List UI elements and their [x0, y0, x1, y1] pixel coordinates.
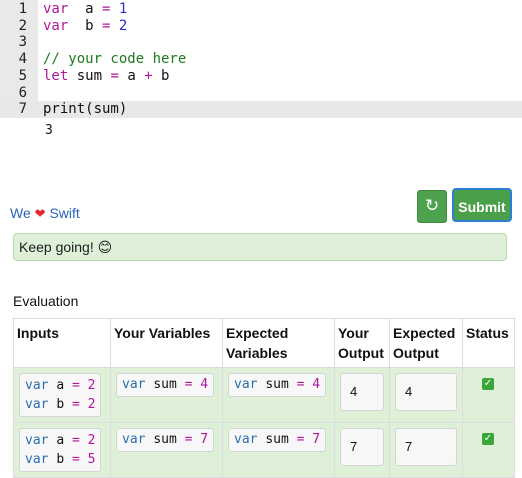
expected-output-box: 4 [395, 373, 457, 411]
your-output-box: 4 [340, 373, 384, 411]
inputs-cell: var a = 2 var b = 2 [13, 367, 111, 423]
header-expected-variables: Expected Variables [222, 318, 335, 368]
line-number: 4 [18, 51, 27, 68]
expected-output-cell: 7 [389, 422, 463, 478]
code-chip: var a = 2 var b = 5 [19, 428, 102, 472]
line-number: 6 [18, 84, 27, 101]
code-line[interactable]: 6 [0, 85, 522, 102]
check-icon: ✓ [482, 378, 494, 390]
line-number: 1 [18, 1, 27, 17]
your-variables-cell: var sum = 4 [110, 367, 223, 423]
your-output-box: 7 [340, 428, 384, 466]
table-header-row: Inputs Your Variables Expected Variables … [13, 318, 515, 368]
feedback-alert: Keep going! 😊 [13, 233, 507, 261]
code-line[interactable]: 2 var b = 2 [0, 18, 522, 35]
check-icon: ✓ [482, 433, 494, 445]
table-row: var a = 2 var b = 2 var sum = 4 var sum = 4… [13, 367, 515, 423]
expected-variables-cell: var sum = 7 [222, 422, 335, 478]
code-line[interactable]: 3 [0, 34, 522, 51]
table-row: var a = 2 var b = 5 var sum = 7 var sum = 7… [13, 422, 515, 478]
your-variables-cell: var sum = 7 [110, 422, 223, 478]
code-text: var b = 2 [43, 17, 128, 34]
your-output-cell: 4 [334, 367, 390, 423]
your-output-cell: 7 [334, 422, 390, 478]
header-inputs: Inputs [13, 318, 111, 368]
expected-variables-cell: var sum = 4 [222, 367, 335, 423]
code-line[interactable]: 5 let sum = a + b [0, 68, 522, 85]
reset-button[interactable]: ↻ [417, 190, 447, 223]
refresh-icon: ↻ [424, 196, 440, 215]
brand-label: We ❤ Swift [10, 205, 80, 222]
header-status: Status [462, 318, 515, 368]
status-cell: ✓ [462, 367, 515, 423]
expected-output-box: 7 [395, 428, 457, 466]
code-text: print(sum) [43, 101, 128, 118]
brand-swift-text: Swift [49, 205, 80, 221]
line-number: 7 [18, 101, 27, 118]
inputs-cell: var a = 2 var b = 5 [13, 422, 111, 478]
header-expected-output: Expected Output [389, 318, 463, 368]
line-number: 3 [18, 34, 27, 51]
header-your-variables: Your Variables [110, 318, 223, 368]
code-chip: var sum = 4 [116, 373, 215, 397]
code-line[interactable]: 1 var a = 1 [0, 1, 522, 18]
code-chip: var sum = 4 [228, 373, 327, 397]
code-chip: var sum = 7 [116, 428, 215, 452]
submit-button[interactable]: Submit [452, 188, 512, 222]
evaluation-table: Inputs Your Variables Expected Variables … [13, 318, 515, 478]
code-line[interactable]: 4 // your code here [0, 51, 522, 68]
code-text: var a = 1 [43, 1, 128, 17]
program-output: 3 [45, 123, 53, 138]
header-your-output: Your Output [334, 318, 390, 368]
line-number: 2 [18, 17, 27, 34]
brand-we-text: We [10, 205, 31, 221]
code-line[interactable]: 7 print(sum) [0, 101, 522, 118]
code-text: let sum = a + b [43, 67, 170, 84]
evaluation-title: Evaluation [13, 293, 79, 309]
code-chip: var sum = 7 [228, 428, 327, 452]
expected-output-cell: 4 [389, 367, 463, 423]
code-chip: var a = 2 var b = 2 [19, 373, 102, 417]
status-cell: ✓ [462, 422, 515, 478]
code-text: // your code here [43, 51, 187, 68]
code-editor[interactable]: 1 var a = 1 2 var b = 2 3 4// your code here 5… [0, 0, 522, 118]
heart-icon: ❤ [34, 206, 46, 221]
line-number: 5 [18, 67, 27, 84]
